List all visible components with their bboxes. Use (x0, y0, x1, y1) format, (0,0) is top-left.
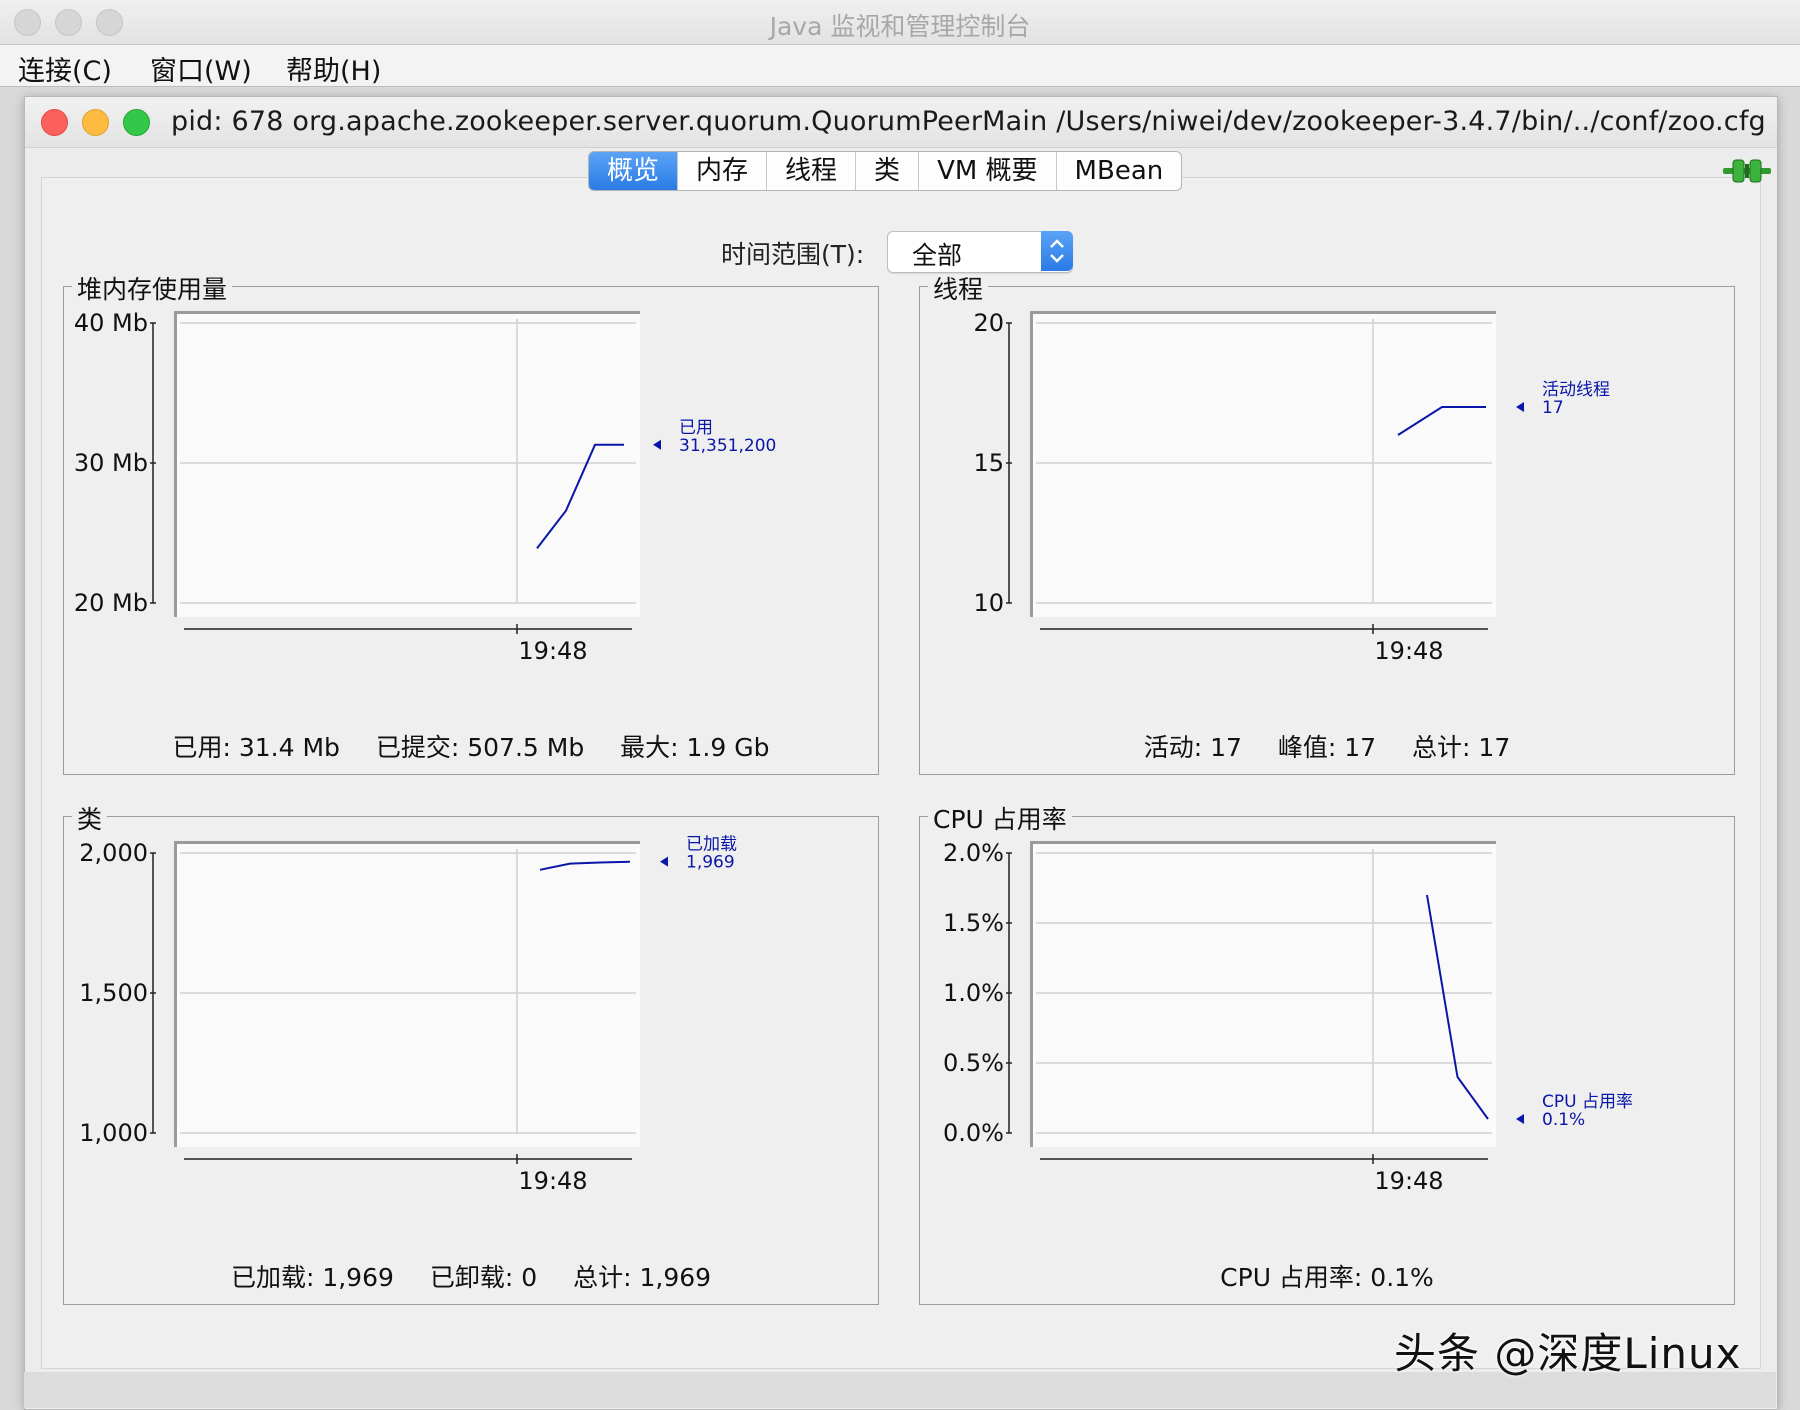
classes-unloaded-stat: 已卸载: 0 (429, 1263, 538, 1292)
y-tick-label: 40 Mb (74, 309, 148, 337)
heap-memory-panel: 堆内存使用量 20 Mb 30 Mb 40 Mb 19:48 已用 31,351,200 … (63, 270, 879, 775)
series-name: 已用 (679, 418, 713, 438)
close-button[interactable] (41, 109, 68, 136)
watermark: 头条 @深度Linux (1394, 1329, 1742, 1378)
y-tick-label: 15 (973, 449, 1004, 477)
series-marker (660, 856, 668, 867)
plot-area (1033, 314, 1496, 617)
cpu-panel: CPU 占用率 0.0% 0.5% 1.0% 1.5% 2.0% 19:48 CPU 占用率… (919, 800, 1735, 1305)
tab-memory[interactable]: 内存 (678, 152, 768, 190)
y-tick-label: 1.5% (943, 909, 1004, 937)
menu-bar: 连接(C) 窗口(W) 帮助(H) (0, 45, 1800, 87)
series-name: 活动线程 (1542, 380, 1610, 400)
heap-max-stat: 最大: 1.9 Gb (620, 733, 770, 762)
series-name: 已加载 (686, 835, 737, 855)
plot-area (177, 314, 640, 617)
threads-live-stat: 活动: 17 (1143, 733, 1242, 762)
menu-window[interactable]: 窗口(W) (150, 49, 252, 88)
threads-panel: 线程 10 15 20 19:48 活动线程 17 活动: 17 峰值: 17 总计: 1… (919, 270, 1735, 775)
y-tick-label: 20 Mb (74, 589, 148, 617)
threads-chart: 10 15 20 19:48 活动线程17 (973, 309, 1610, 665)
y-tick-label: 1,000 (79, 1119, 148, 1147)
time-range-value: 全部 (912, 241, 963, 270)
window-controls (41, 109, 150, 136)
threads-total-stat: 总计: 17 (1412, 733, 1511, 762)
tab-vm-summary[interactable]: VM 概要 (919, 152, 1057, 190)
series-marker (653, 439, 661, 450)
classes-panel: 类 1,000 1,500 2,000 19:48 已加载 1,969 已加载: 1,96… (63, 800, 879, 1305)
classes-stats: 已加载: 1,969 已卸载: 0 总计: 1,969 (64, 1258, 878, 1294)
heap-committed-stat: 已提交: 507.5 Mb (375, 733, 585, 762)
y-tick-label: 1,500 (79, 979, 148, 1007)
classes-chart: 1,000 1,500 2,000 19:48 已加载1,969 (79, 835, 737, 1195)
x-tick-label: 19:48 (518, 637, 587, 665)
tab-bar: 概览 内存 线程 类 VM 概要 MBean (588, 151, 1183, 191)
x-tick-label: 19:48 (518, 1167, 587, 1195)
menu-connection[interactable]: 连接(C) (18, 49, 112, 88)
series-name: CPU 占用率 (1542, 1092, 1633, 1112)
time-range-select[interactable]: 全部 (887, 231, 1073, 273)
heap-used-stat: 已用: 31.4 Mb (172, 733, 340, 762)
cpu-stats: CPU 占用率: 0.1% (920, 1258, 1734, 1294)
plot-area (177, 844, 640, 1147)
menu-help[interactable]: 帮助(H) (286, 49, 381, 88)
y-tick-label: 1.0% (943, 979, 1004, 1007)
y-tick-label: 0.5% (943, 1049, 1004, 1077)
series-marker (1516, 402, 1524, 412)
connection-title: pid: 678 org.apache.zookeeper.server.quo… (171, 106, 1766, 137)
chevron-up-down-icon (1041, 231, 1073, 271)
heap-memory-stats: 已用: 31.4 Mb 已提交: 507.5 Mb 最大: 1.9 Gb (64, 728, 878, 764)
minimize-button[interactable] (82, 109, 109, 136)
classes-total-stat: 总计: 1,969 (573, 1263, 712, 1292)
classes-loaded-stat: 已加载: 1,969 (230, 1263, 394, 1292)
connection-window: pid: 678 org.apache.zookeeper.server.quo… (24, 96, 1778, 1410)
y-tick-label: 2,000 (79, 839, 148, 867)
app-title: Java 监视和管理控制台 (769, 12, 1031, 41)
cpu-chart: 0.0% 0.5% 1.0% 1.5% 2.0% 19:48 CPU 占用率0.1% (943, 839, 1633, 1195)
y-tick-label: 2.0% (943, 839, 1004, 867)
y-tick-label: 20 (973, 309, 1004, 337)
overview-content: 堆内存使用量 20 Mb 30 Mb 40 Mb 19:48 已用 31,351,200 … (41, 177, 1761, 1369)
tab-overview[interactable]: 概览 (589, 152, 679, 190)
series-value: 31,351,200 (679, 436, 776, 456)
plot-area (1033, 844, 1496, 1147)
series-value: 17 (1542, 398, 1564, 418)
tab-threads[interactable]: 线程 (767, 152, 857, 190)
y-tick-label: 0.0% (943, 1119, 1004, 1147)
series-value: 1,969 (686, 853, 735, 873)
series-value: 0.1% (1542, 1110, 1585, 1130)
connection-status-icon[interactable] (1723, 157, 1771, 185)
y-tick-label: 30 Mb (74, 449, 148, 477)
outer-title-bar: Java 监视和管理控制台 (0, 0, 1800, 45)
tab-classes[interactable]: 类 (856, 152, 920, 190)
series-marker (1516, 1114, 1524, 1124)
y-tick-label: 10 (973, 589, 1004, 617)
x-tick-label: 19:48 (1374, 1167, 1443, 1195)
time-range-label: 时间范围(T): (721, 240, 865, 269)
threads-peak-stat: 峰值: 17 (1277, 733, 1377, 762)
tab-mbean[interactable]: MBean (1057, 152, 1182, 190)
connection-title-bar: pid: 678 org.apache.zookeeper.server.quo… (25, 97, 1777, 148)
heap-memory-chart: 20 Mb 30 Mb 40 Mb 19:48 已用31,351,200 (74, 309, 776, 665)
threads-stats: 活动: 17 峰值: 17 总计: 17 (920, 728, 1734, 764)
zoom-button[interactable] (123, 109, 150, 136)
x-tick-label: 19:48 (1374, 637, 1443, 665)
cpu-usage-stat: CPU 占用率: 0.1% (1220, 1263, 1434, 1292)
